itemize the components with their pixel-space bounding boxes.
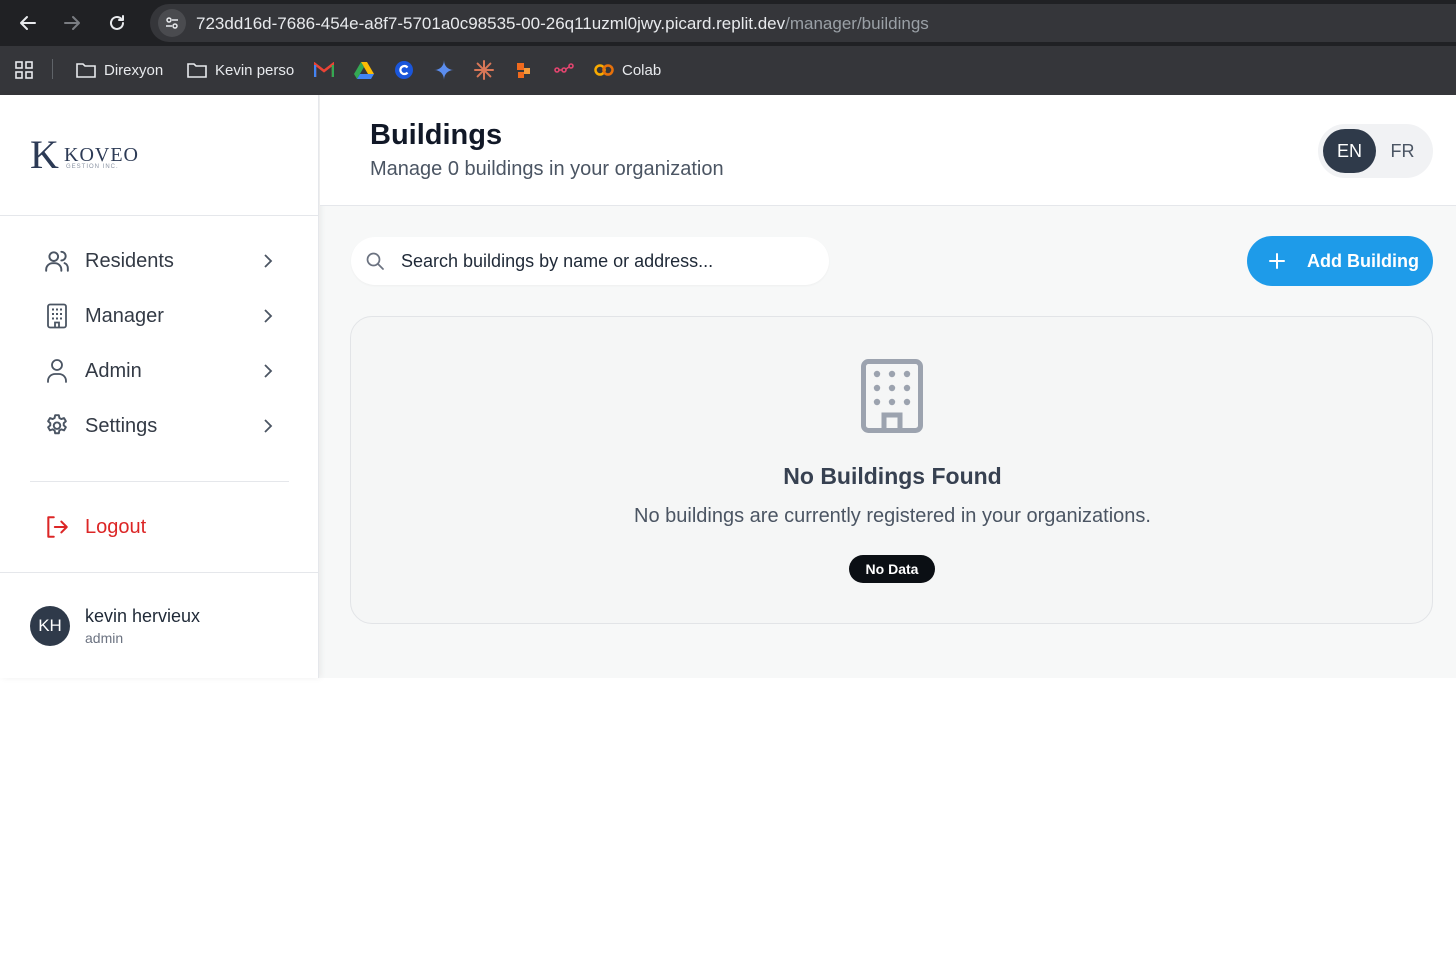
sidebar-item-label: Admin [85, 359, 142, 382]
pink-app-icon [554, 63, 574, 73]
sidebar-item-label: Manager [85, 304, 164, 327]
empty-state-card: No Buildings Found No buildings are curr… [350, 316, 1433, 624]
sidebar-item-settings[interactable]: Settings [44, 408, 276, 444]
gemini-icon [434, 60, 454, 80]
chevron-right-icon [260, 418, 276, 434]
site-info-button[interactable] [158, 9, 186, 37]
search-box [351, 237, 829, 285]
colab-icon [594, 64, 614, 76]
app-root: K KOVEO GESTION INC. Residents Manager A… [0, 95, 1456, 678]
bookmark-separator [52, 59, 53, 79]
user-icon [44, 358, 70, 384]
building-icon [44, 303, 70, 329]
sidebar: K KOVEO GESTION INC. Residents Manager A… [0, 95, 319, 678]
bookmark-c[interactable] [394, 59, 414, 81]
gmail-icon [314, 62, 334, 77]
page-title: Buildings [370, 119, 503, 151]
reload-icon [110, 15, 124, 30]
divider [0, 215, 319, 216]
koveo-logo[interactable]: K KOVEO GESTION INC. [30, 135, 140, 175]
empty-state-title: No Buildings Found [783, 463, 1002, 489]
sidebar-item-admin[interactable]: Admin [44, 353, 276, 389]
sidebar-item-label: Settings [85, 414, 158, 437]
sidebar-item-label: Residents [85, 249, 174, 272]
back-button[interactable] [16, 11, 40, 35]
add-building-button[interactable]: Add Building [1247, 236, 1433, 286]
reload-button[interactable] [105, 11, 129, 35]
status-badge: No Data [849, 555, 935, 583]
logo-letter: K [30, 132, 59, 177]
url-text: 723dd16d-7686-454e-a8f7-5701a0c98535-00-… [196, 14, 929, 34]
bookmarks-bar: Direxyon Kevin perso Colab [0, 46, 1456, 95]
apps-grid-icon [15, 61, 33, 79]
bookmark-gmail[interactable] [314, 59, 334, 81]
bookmark-label: Colab [622, 61, 662, 79]
bookmark-label: Direxyon [104, 61, 164, 79]
logo-sub: GESTION INC. [66, 164, 119, 170]
sidebar-item-residents[interactable]: Residents [44, 243, 276, 279]
avatar[interactable]: KH [30, 606, 70, 646]
logout-label: Logout [85, 515, 147, 538]
plus-icon [1267, 251, 1287, 271]
chevron-right-icon [260, 253, 276, 269]
c-icon [395, 61, 413, 79]
lang-en-button[interactable]: EN [1323, 129, 1376, 173]
lang-fr-button[interactable]: FR [1376, 129, 1429, 173]
page-subtitle: Manage 0 buildings in your organization [370, 158, 724, 180]
forward-button[interactable] [60, 11, 84, 35]
tune-icon [166, 17, 178, 29]
bookmark-kevin-perso[interactable]: Kevin perso [187, 59, 294, 81]
bookmark-gemini[interactable] [434, 59, 454, 81]
browser-toolbar: 723dd16d-7686-454e-a8f7-5701a0c98535-00-… [0, 0, 1456, 46]
language-toggle: EN FR [1318, 124, 1433, 178]
gear-icon [44, 413, 70, 439]
building-icon [861, 359, 923, 433]
address-bar[interactable]: 723dd16d-7686-454e-a8f7-5701a0c98535-00-… [150, 4, 1456, 42]
search-input[interactable] [401, 245, 811, 277]
logout-icon [44, 514, 70, 540]
search-icon [366, 252, 384, 270]
chevron-right-icon [260, 308, 276, 324]
apps-button[interactable] [14, 59, 34, 81]
url-host: 723dd16d-7686-454e-a8f7-5701a0c98535-00-… [196, 14, 786, 33]
divider [0, 572, 319, 573]
user-name: kevin hervieux [85, 606, 201, 626]
user-role: admin [85, 630, 124, 646]
claude-icon [474, 60, 494, 80]
back-arrow-icon [20, 16, 36, 30]
divider [30, 481, 289, 482]
orange-app-icon [517, 63, 530, 78]
bookmark-colab[interactable]: Colab [594, 59, 661, 81]
google-drive-icon [354, 62, 374, 79]
page-header: Buildings Manage 0 buildings in your org… [320, 95, 1456, 206]
bookmark-claude[interactable] [474, 59, 494, 81]
bookmark-drive[interactable] [354, 59, 374, 81]
folder-icon [76, 63, 96, 78]
url-path: /manager/buildings [785, 14, 929, 33]
users-icon [44, 248, 70, 274]
bookmark-pink-app[interactable] [553, 59, 575, 81]
empty-state-message: No buildings are currently registered in… [634, 505, 1151, 527]
forward-arrow-icon [64, 16, 80, 30]
add-building-label: Add Building [1307, 250, 1419, 271]
bookmark-label: Kevin perso [215, 61, 295, 79]
sidebar-item-manager[interactable]: Manager [44, 298, 276, 334]
bookmark-direxyon[interactable]: Direxyon [76, 59, 163, 81]
bookmark-orange-app[interactable] [514, 59, 534, 81]
chevron-right-icon [260, 363, 276, 379]
folder-icon [187, 63, 207, 78]
logout-button[interactable]: Logout [44, 509, 276, 545]
